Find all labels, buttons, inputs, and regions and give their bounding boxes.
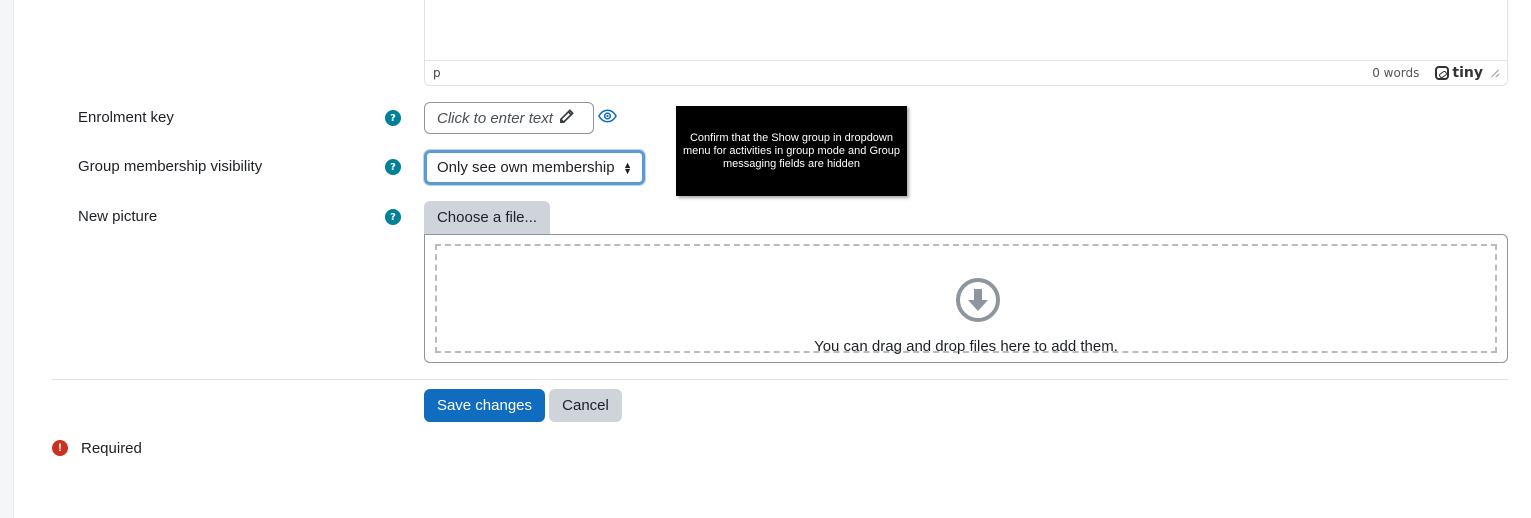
help-icon[interactable]: ? bbox=[385, 110, 401, 126]
eye-icon[interactable] bbox=[598, 108, 617, 128]
help-icon[interactable]: ? bbox=[385, 159, 401, 175]
enrolment-key-placeholder: Click to enter text bbox=[437, 109, 553, 127]
editor-element-path[interactable]: p bbox=[433, 66, 1372, 80]
required-label: Required bbox=[81, 440, 142, 457]
editor-statusbar: p 0 words tiny bbox=[425, 60, 1507, 85]
save-changes-button[interactable]: Save changes bbox=[424, 389, 545, 422]
group-visibility-select[interactable]: Only see own membership ▲ ▼ bbox=[424, 150, 645, 185]
text-editor[interactable]: p 0 words tiny bbox=[424, 0, 1508, 86]
select-caret-icon: ▲ ▼ bbox=[623, 160, 632, 176]
divider bbox=[52, 379, 1508, 380]
tooltip: Confirm that the Show group in dropdown … bbox=[676, 106, 907, 196]
group-visibility-selected: Only see own membership bbox=[437, 159, 615, 176]
arrow-circle-down-icon bbox=[955, 277, 1001, 327]
resize-handle-icon[interactable] bbox=[1489, 68, 1499, 78]
tiny-logo-icon bbox=[1435, 66, 1450, 80]
group-visibility-label: Group membership visibility bbox=[78, 158, 263, 175]
editor-word-count[interactable]: 0 words bbox=[1372, 66, 1419, 80]
new-picture-label: New picture bbox=[78, 208, 158, 225]
enrolment-key-field[interactable]: Click to enter text bbox=[424, 102, 594, 134]
enrolment-key-label: Enrolment key bbox=[78, 109, 174, 126]
file-dropzone[interactable]: You can drag and drop files here to add … bbox=[424, 234, 1508, 363]
cancel-button[interactable]: Cancel bbox=[549, 389, 622, 422]
dropzone-text: You can drag and drop files here to add … bbox=[814, 338, 1118, 355]
tiny-logo[interactable]: tiny bbox=[1435, 65, 1483, 81]
dropzone-area[interactable]: You can drag and drop files here to add … bbox=[435, 244, 1497, 355]
help-icon[interactable]: ? bbox=[385, 209, 401, 225]
required-icon: ! bbox=[52, 440, 68, 456]
pencil-icon bbox=[559, 108, 574, 128]
tooltip-text: Confirm that the Show group in dropdown … bbox=[682, 131, 901, 170]
choose-file-button[interactable]: Choose a file... bbox=[424, 201, 550, 234]
tiny-logo-text: tiny bbox=[1452, 65, 1483, 81]
left-rail bbox=[0, 0, 14, 518]
